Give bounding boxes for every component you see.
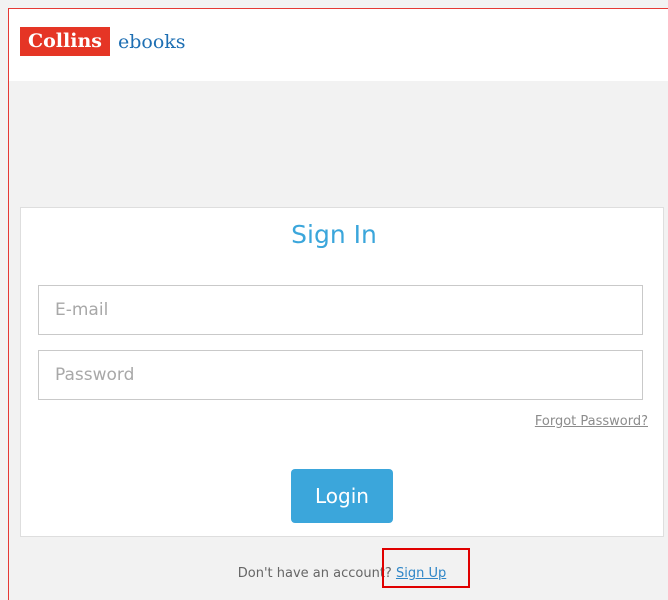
login-button[interactable]: Login — [291, 469, 393, 523]
no-account-text: Don't have an account? — [237, 566, 392, 581]
page-title: Sign In — [291, 220, 377, 249]
forgot-password-link[interactable]: Forgot Password? — [535, 414, 648, 429]
site-header: Collins ebooks — [9, 9, 668, 81]
collins-ebooks-logo[interactable]: Collins ebooks — [20, 27, 186, 56]
signup-link[interactable]: Sign Up — [396, 566, 446, 581]
email-field[interactable] — [38, 285, 643, 335]
password-field[interactable] — [38, 350, 643, 400]
logo-product: ebooks — [117, 30, 186, 53]
signup-row: Don't have an account? Sign Up — [0, 566, 668, 581]
logo-brand: Collins — [20, 27, 110, 56]
